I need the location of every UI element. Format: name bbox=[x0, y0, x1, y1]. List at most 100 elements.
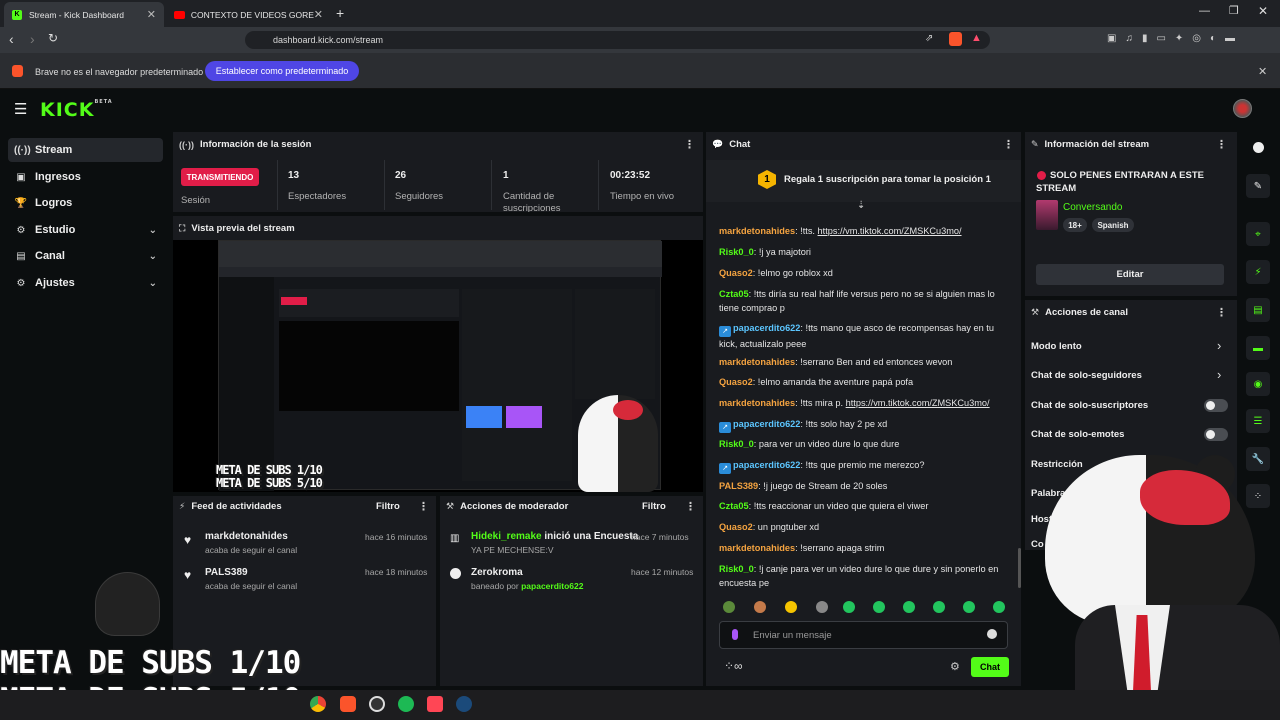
mod-filter-button[interactable]: Filtro bbox=[642, 501, 666, 512]
spotify-icon[interactable] bbox=[398, 696, 414, 712]
emote-icon[interactable] bbox=[993, 601, 1005, 613]
close-window-icon[interactable]: ✕ bbox=[1258, 4, 1268, 18]
edit-stream-button[interactable]: Editar bbox=[1036, 264, 1224, 285]
sidebar-item-canal[interactable]: ▤ Canal ⌄ bbox=[8, 244, 163, 268]
slow-mode-item[interactable]: Modo lento bbox=[1031, 341, 1082, 352]
feed-filter-button[interactable]: Filtro bbox=[376, 501, 400, 512]
emoji-icon[interactable] bbox=[987, 629, 997, 639]
chat-username[interactable]: Quaso2 bbox=[719, 268, 753, 278]
chevron-right-icon[interactable]: › bbox=[1217, 338, 1221, 353]
chat-username[interactable]: Risk0_0 bbox=[719, 439, 754, 449]
emote-icon[interactable] bbox=[963, 601, 975, 613]
avatar[interactable] bbox=[1233, 99, 1252, 118]
info-icon[interactable] bbox=[1253, 142, 1264, 153]
maximize-window-icon[interactable]: ❐ bbox=[1229, 4, 1239, 17]
lightning-icon[interactable]: ⚡ bbox=[1246, 260, 1270, 284]
obs-icon[interactable] bbox=[369, 696, 385, 712]
steam-icon[interactable] bbox=[456, 696, 472, 712]
co-item[interactable]: Co bbox=[1031, 539, 1044, 550]
forward-icon[interactable]: › bbox=[30, 31, 35, 47]
chrome-icon[interactable] bbox=[310, 696, 326, 712]
feed-item-name[interactable]: markdetonahides bbox=[205, 531, 288, 542]
back-icon[interactable]: ‹ bbox=[9, 31, 14, 47]
chat-username[interactable]: Risk0_0 bbox=[719, 247, 754, 257]
chat-username[interactable]: papacerdito622 bbox=[733, 460, 800, 470]
set-default-button[interactable]: Establecer como predeterminado bbox=[205, 61, 359, 81]
close-infobar-icon[interactable]: ✕ bbox=[1258, 65, 1267, 78]
note-icon[interactable]: ▤ bbox=[1246, 298, 1270, 322]
chat-menu-icon[interactable]: ⋮ bbox=[1003, 138, 1014, 151]
chat-username[interactable]: Quaso2 bbox=[719, 522, 753, 532]
chat-link[interactable]: https://vm.tiktok.com/ZMSKCu3mo/ bbox=[818, 226, 962, 236]
chat-username[interactable]: markdetonahides bbox=[719, 398, 795, 408]
emote-icon[interactable] bbox=[843, 601, 855, 613]
session-menu-icon[interactable]: ⋮ bbox=[684, 138, 695, 151]
chat-username[interactable]: Quaso2 bbox=[719, 377, 753, 387]
emote-icon[interactable] bbox=[933, 601, 945, 613]
category-name[interactable]: Conversando bbox=[1063, 202, 1122, 213]
url-input[interactable]: dashboard.kick.com/stream bbox=[245, 31, 990, 49]
sidebar-item-estudio[interactable]: ⚙ Estudio ⌄ bbox=[8, 218, 163, 242]
emote-icon[interactable] bbox=[873, 601, 885, 613]
followers-only-item[interactable]: Chat de solo-seguidores bbox=[1031, 370, 1142, 381]
chat-username[interactable]: markdetonahides bbox=[719, 357, 795, 367]
chat-username[interactable]: markdetonahides bbox=[719, 543, 795, 553]
tab-youtube-video[interactable]: CONTEXTO DE VIDEOS GORE QUE S... ✕ bbox=[166, 2, 331, 27]
subscribers-only-toggle[interactable] bbox=[1204, 399, 1228, 412]
share-icon[interactable]: ⇗ bbox=[925, 33, 933, 44]
emote-icon[interactable] bbox=[723, 601, 735, 613]
channel-actions-menu-icon[interactable]: ⋮ bbox=[1216, 306, 1227, 319]
kick-logo[interactable]: KICKBETA bbox=[40, 99, 113, 121]
microphone-icon[interactable] bbox=[732, 629, 738, 640]
brave-icon[interactable] bbox=[340, 696, 356, 712]
gear-icon[interactable]: ⚙ bbox=[950, 660, 960, 673]
chat-username[interactable]: Risk0_0 bbox=[719, 564, 754, 574]
send-chat-button[interactable]: Chat bbox=[971, 657, 1009, 677]
brave-rewards-icon[interactable]: ▲ bbox=[971, 32, 982, 44]
emote-icon[interactable] bbox=[816, 601, 828, 613]
edit-icon[interactable]: ✎ bbox=[1246, 174, 1270, 198]
chat-username[interactable]: PALS389 bbox=[719, 481, 758, 491]
scroll-down-icon[interactable]: ⇣ bbox=[857, 200, 865, 211]
ban-user[interactable]: papacerdito622 bbox=[521, 581, 583, 591]
sidebar-item-ajustes[interactable]: ⚙ Ajustes ⌄ bbox=[8, 271, 163, 295]
chat-username[interactable]: papacerdito622 bbox=[733, 323, 800, 333]
infinity-icon[interactable]: ⁘∞ bbox=[724, 659, 743, 673]
stream-info-menu-icon[interactable]: ⋮ bbox=[1216, 138, 1227, 151]
chat-input[interactable]: Enviar un mensaje bbox=[719, 621, 1008, 649]
sidebar-item-logros[interactable]: 🏆 Logros bbox=[8, 191, 163, 215]
emotes-only-toggle[interactable] bbox=[1204, 428, 1228, 441]
extension-icons[interactable]: ▣♫▮▭✦◎◐▬ bbox=[1107, 33, 1244, 44]
hamburger-menu-icon[interactable]: ☰ bbox=[14, 100, 27, 118]
brave-shields-icon[interactable] bbox=[949, 32, 962, 46]
emote-icon[interactable] bbox=[903, 601, 915, 613]
chat-link[interactable]: https://vm.tiktok.com/ZMSKCu3mo/ bbox=[846, 398, 990, 408]
emote-icon[interactable] bbox=[785, 601, 797, 613]
minimize-window-icon[interactable]: — bbox=[1199, 5, 1210, 17]
chat-scrollbar[interactable] bbox=[1018, 548, 1021, 588]
list-icon[interactable]: ☰ bbox=[1246, 409, 1270, 433]
chat-username[interactable]: markdetonahides bbox=[719, 226, 795, 236]
reload-icon[interactable]: ↻ bbox=[48, 31, 58, 45]
chat-icon[interactable]: ▬ bbox=[1246, 336, 1270, 360]
new-tab-button[interactable]: + bbox=[336, 5, 344, 21]
broadcast-icon[interactable]: ◉ bbox=[1246, 372, 1270, 396]
close-tab-icon[interactable]: ✕ bbox=[314, 8, 323, 21]
chat-username[interactable]: Czta05 bbox=[719, 501, 749, 511]
sidebar-item-stream[interactable]: ((·)) Stream bbox=[8, 138, 163, 162]
mod-menu-icon[interactable]: ⋮ bbox=[685, 500, 696, 513]
chat-username[interactable]: papacerdito622 bbox=[733, 419, 800, 429]
clip-icon[interactable]: ⌖ bbox=[1246, 222, 1270, 246]
emote-icon[interactable] bbox=[754, 601, 766, 613]
chevron-right-icon[interactable]: › bbox=[1217, 367, 1221, 382]
mod-item-name[interactable]: Zerokroma bbox=[471, 567, 523, 578]
stream-preview-video[interactable]: META DE SUBS 1/10 META DE SUBS 5/10 bbox=[173, 240, 703, 492]
mod-user[interactable]: Hideki_remake bbox=[471, 531, 542, 542]
feed-menu-icon[interactable]: ⋮ bbox=[418, 500, 429, 513]
sidebar-item-ingresos[interactable]: ▣ Ingresos bbox=[8, 165, 163, 189]
feed-item-name[interactable]: PALS389 bbox=[205, 567, 248, 578]
tab-kick-dashboard[interactable]: K Stream - Kick Dashboard ✕ bbox=[4, 2, 164, 27]
close-tab-icon[interactable]: ✕ bbox=[147, 8, 156, 21]
valorant-icon[interactable] bbox=[427, 696, 443, 712]
chat-username[interactable]: Czta05 bbox=[719, 289, 749, 299]
